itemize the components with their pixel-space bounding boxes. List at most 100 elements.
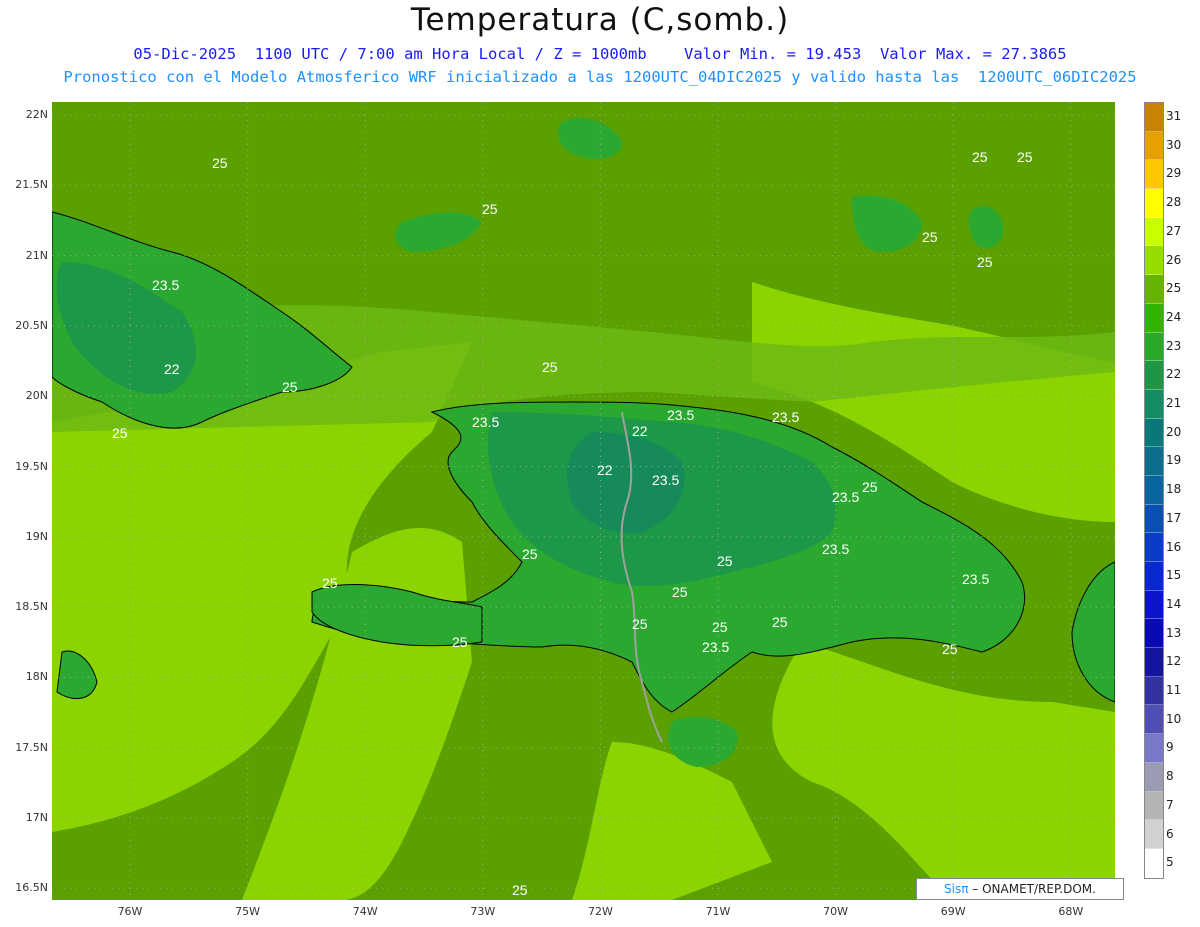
contour-label: 25 xyxy=(972,149,988,165)
legend-swatch xyxy=(1145,705,1163,735)
contour-label: 23.5 xyxy=(472,414,499,430)
subtitle-model-info: Pronostico con el Modelo Atmosferico WRF… xyxy=(63,68,1137,86)
contour-label: 25 xyxy=(672,584,688,600)
longitude-label: 75W xyxy=(235,905,261,918)
legend-value-label: 29 xyxy=(1166,166,1182,181)
legend-value-label: 21 xyxy=(1166,396,1182,410)
legend-swatch xyxy=(1145,447,1163,476)
legend-value-label: 31 xyxy=(1166,109,1182,123)
longitude-label: 70W xyxy=(823,905,849,918)
contour-label: 23.5 xyxy=(962,571,989,587)
latitude-label: 16.5N xyxy=(15,881,48,895)
latitude-label: 22N xyxy=(25,108,48,121)
legend-value-label: 7 xyxy=(1166,797,1174,812)
latitude-label: 21.5N xyxy=(15,178,48,192)
longitude-label: 69W xyxy=(940,905,966,918)
legend-value-label: 28 xyxy=(1166,195,1182,210)
contour-label: 25 xyxy=(922,229,938,245)
legend-value-label: 20 xyxy=(1166,424,1182,439)
legend-value-label: 5 xyxy=(1166,855,1174,870)
legend-swatch xyxy=(1145,103,1163,132)
legend-value-label: 14 xyxy=(1166,596,1182,611)
legend-swatch xyxy=(1145,189,1163,218)
legend-swatch xyxy=(1145,303,1163,333)
contour-label: 25 xyxy=(452,634,468,650)
contour-label: 25 xyxy=(862,479,878,495)
contour-label: 22 xyxy=(632,423,648,439)
latitude-label: 19N xyxy=(25,529,48,543)
contour-label: 25 xyxy=(772,614,788,630)
legend-value-label: 8 xyxy=(1166,769,1174,784)
legend-swatch xyxy=(1145,389,1163,419)
subtitle-time-stats: 05-Dic-2025 1100 UTC / 7:00 am Hora Loca… xyxy=(133,45,1067,63)
legend-swatch xyxy=(1145,475,1163,505)
contour-label: 22 xyxy=(164,361,180,377)
contour-label: 23.5 xyxy=(832,489,859,505)
contour-label: 25 xyxy=(482,201,498,217)
legend-value-label: 23 xyxy=(1166,338,1182,353)
legend-value-label: 26 xyxy=(1166,252,1182,267)
legend-swatch xyxy=(1145,762,1163,792)
contour-label: 25 xyxy=(1017,149,1033,165)
legend-swatch xyxy=(1145,848,1163,878)
contour-label: 23.5 xyxy=(772,409,799,425)
legend-value-label: 27 xyxy=(1166,223,1182,238)
latitude-label: 21N xyxy=(25,248,48,262)
legend-value-label: 30 xyxy=(1166,137,1182,152)
legend-swatch xyxy=(1145,504,1163,534)
legend-value-label: 24 xyxy=(1166,309,1182,324)
legend-value-label: 6 xyxy=(1166,826,1174,841)
color-scale-legend xyxy=(1144,102,1164,879)
legend-swatch xyxy=(1145,275,1163,304)
legend-swatch xyxy=(1145,361,1163,390)
legend-swatch xyxy=(1145,619,1163,649)
legend-value-label: 10 xyxy=(1166,711,1182,726)
contour-label: 25 xyxy=(977,254,993,270)
contour-label: 22 xyxy=(597,462,613,478)
legend-value-label: 15 xyxy=(1166,568,1182,583)
latitude-label: 17.5N xyxy=(15,740,48,754)
legend-swatch xyxy=(1145,562,1163,591)
longitude-label: 74W xyxy=(352,905,378,918)
contour-label: 25 xyxy=(512,882,528,898)
legend-swatch xyxy=(1145,217,1163,247)
credit-text: – ONAMET/REP.DOM. xyxy=(972,882,1096,896)
legend-swatch xyxy=(1145,590,1163,620)
legend-swatch xyxy=(1145,332,1163,362)
longitude-label: 71W xyxy=(705,905,731,918)
legend-value-label: 13 xyxy=(1166,625,1182,640)
legend-value-label: 22 xyxy=(1166,367,1182,382)
longitude-label: 73W xyxy=(470,905,496,918)
legend-swatch xyxy=(1145,791,1163,821)
contour-label: 25 xyxy=(212,155,228,171)
sispi-logo-text: Sisπ xyxy=(944,882,969,896)
legend-swatch xyxy=(1145,676,1163,706)
legend-value-label: 16 xyxy=(1166,539,1182,554)
legend-swatch xyxy=(1145,246,1163,276)
legend-value-label: 17 xyxy=(1166,510,1182,525)
longitude-label: 68W xyxy=(1058,905,1084,918)
legend-value-label: 12 xyxy=(1166,654,1182,669)
temperature-map: 252525252525252523.523.5 23.5 23.523.523.5… xyxy=(52,102,1115,900)
legend-swatch xyxy=(1145,418,1163,448)
legend-value-label: 18 xyxy=(1166,482,1182,497)
contour-label: 25 xyxy=(522,546,538,562)
contour-label: 23.5 xyxy=(702,639,729,655)
contour-label: 25 xyxy=(632,616,648,632)
contour-label: 23.5 xyxy=(822,541,849,557)
latitude-label: 19.5N xyxy=(15,459,48,473)
latitude-label: 18N xyxy=(25,670,48,684)
contour-label: 25 xyxy=(942,641,958,657)
legend-swatch xyxy=(1145,160,1163,190)
longitude-label: 76W xyxy=(117,905,143,918)
latitude-label: 18.5N xyxy=(15,600,48,614)
contour-label: 25 xyxy=(717,553,733,569)
contour-label: 25 xyxy=(322,575,338,591)
legend-swatch xyxy=(1145,820,1163,849)
contour-label: 25 xyxy=(712,619,728,635)
map-title: Temperatura (C,somb.) xyxy=(410,2,790,38)
legend-swatch xyxy=(1145,533,1163,562)
legend-value-label: 25 xyxy=(1166,281,1182,296)
contour-label: 23.5 xyxy=(667,407,694,423)
legend-value-label: 9 xyxy=(1166,740,1174,755)
